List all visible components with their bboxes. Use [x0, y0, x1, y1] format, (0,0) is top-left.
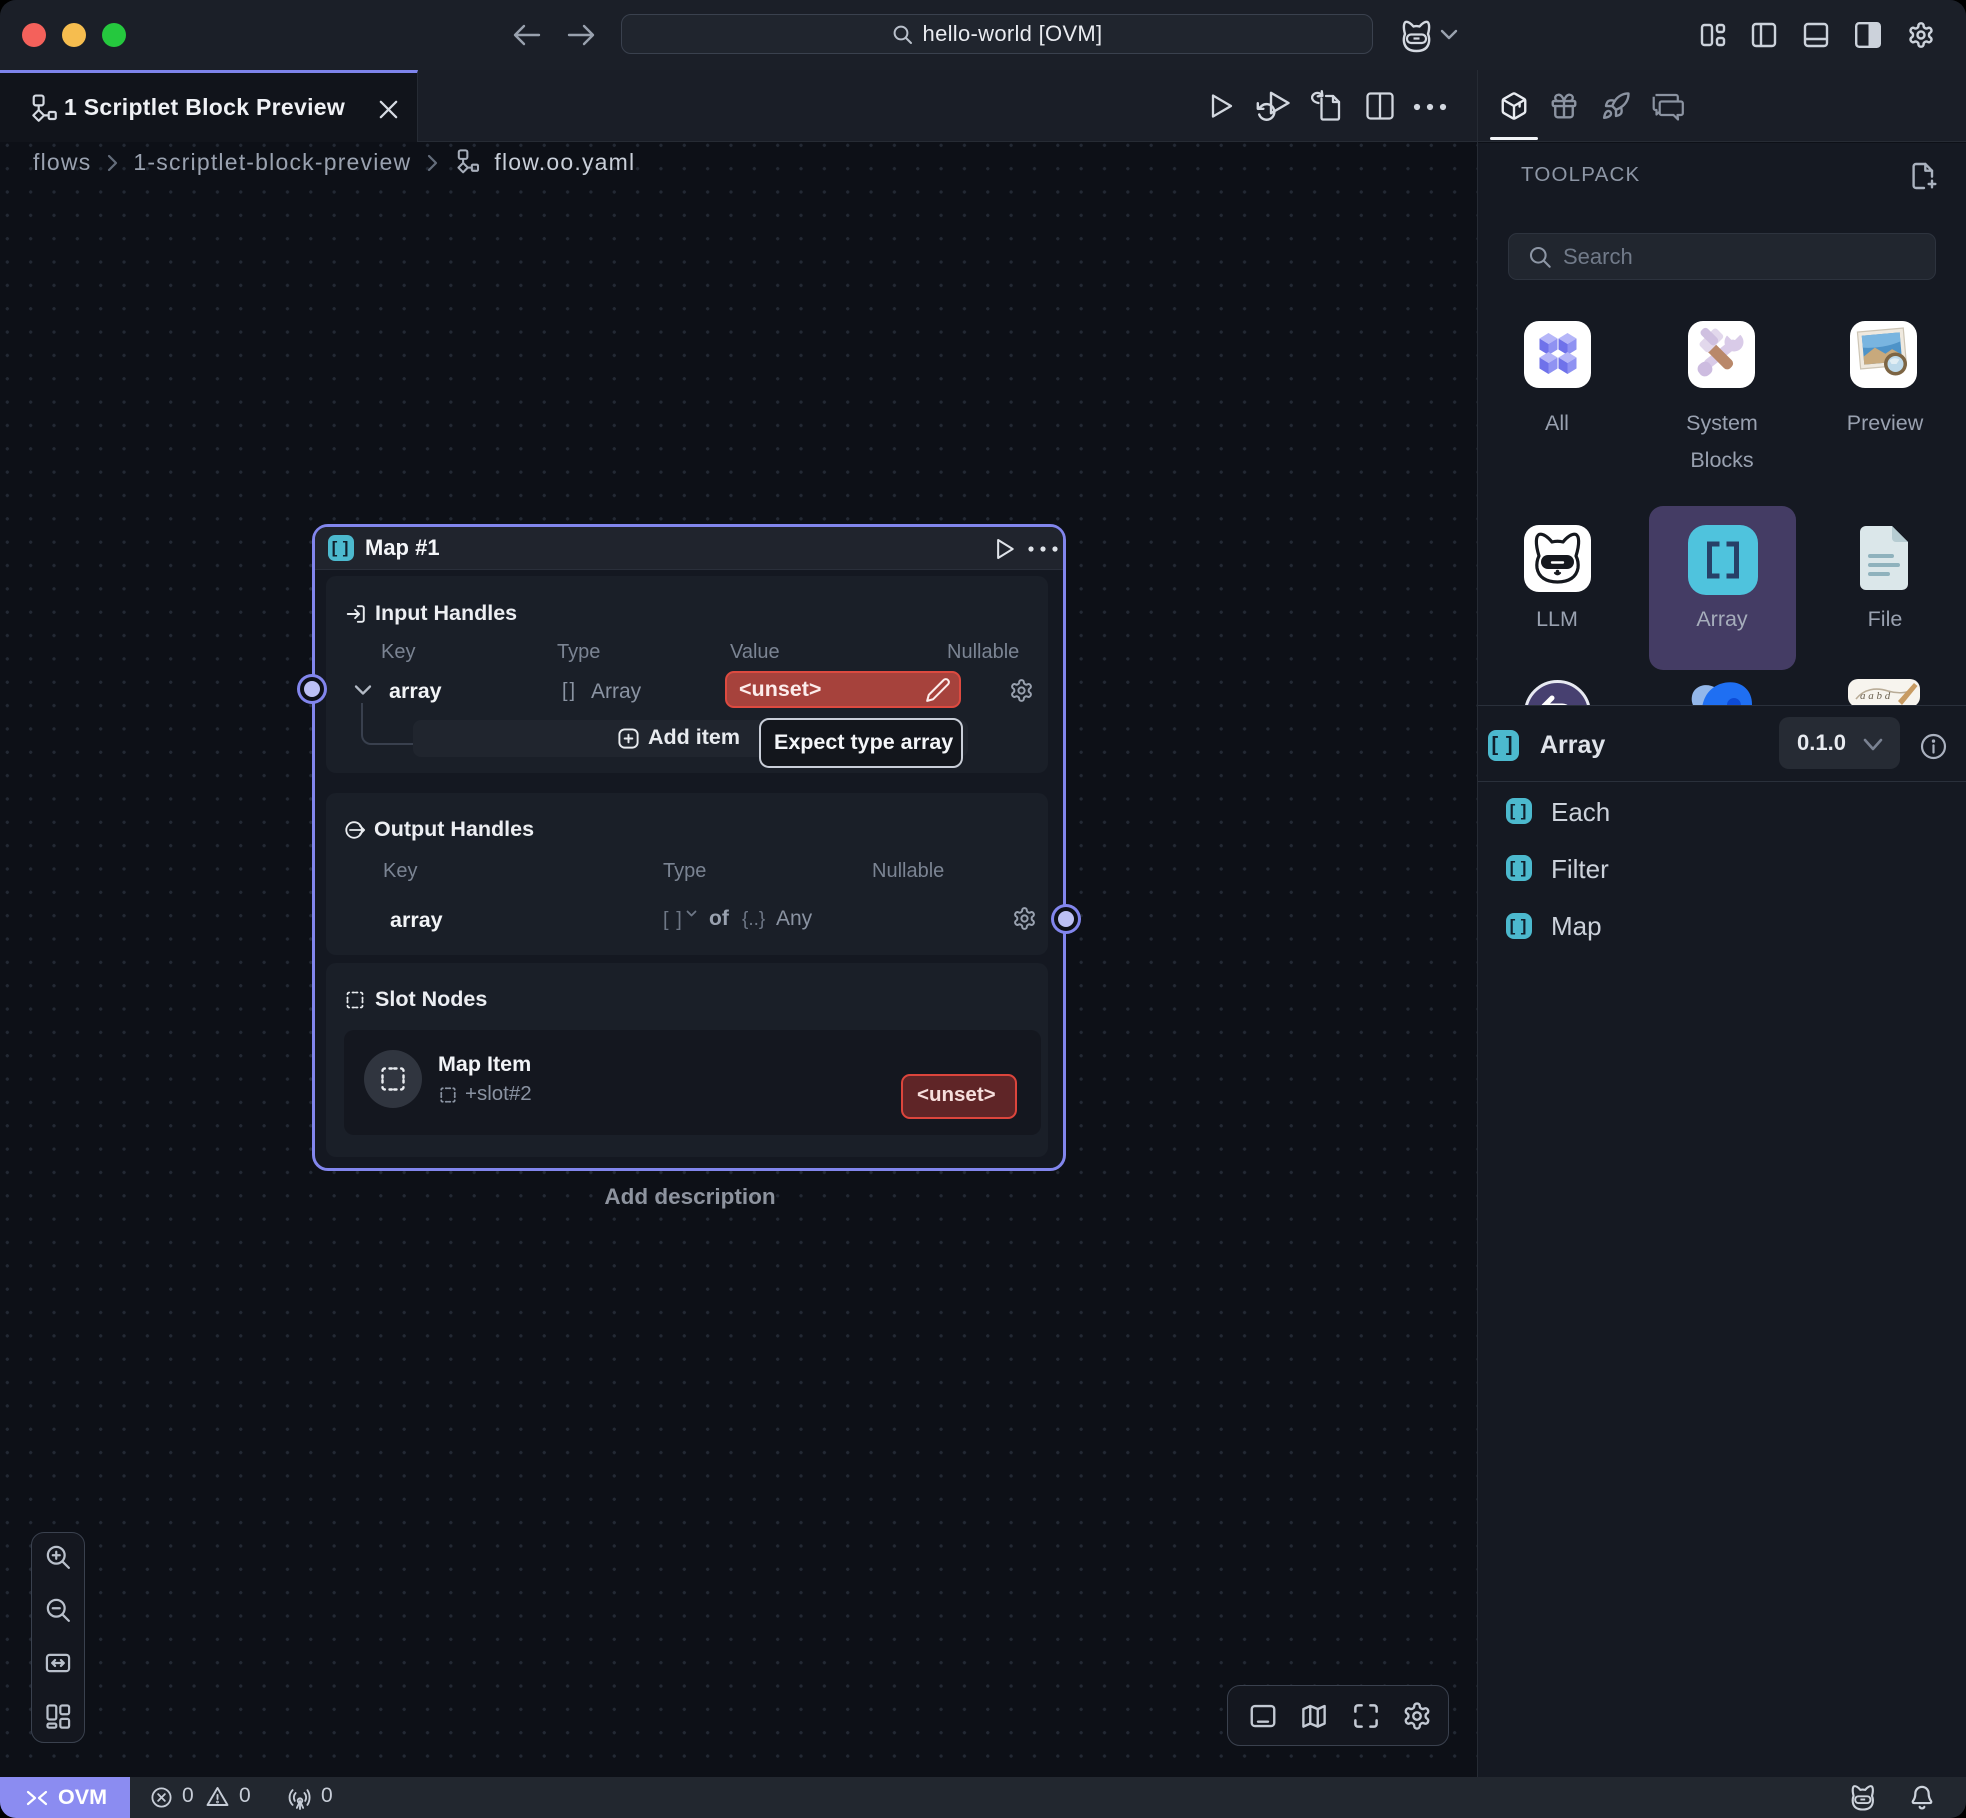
svg-text:a a b d: a a b d [1860, 690, 1891, 702]
